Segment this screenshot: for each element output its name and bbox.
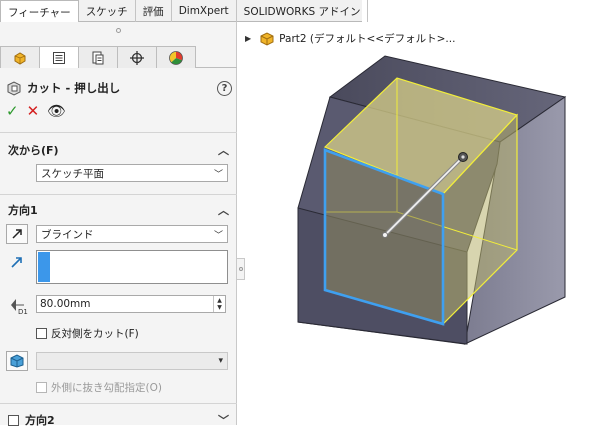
direction1-title: 方向1 — [8, 204, 38, 217]
depth-value: 80.00mm — [40, 298, 91, 310]
splitter-dot-icon — [238, 267, 243, 271]
chevron-down-icon[interactable]: ﹀ — [218, 412, 229, 428]
checkbox-box[interactable] — [36, 328, 47, 339]
direction-reference-list[interactable] — [36, 250, 228, 284]
feature-title-row: カット - 押し出し ? — [6, 79, 232, 97]
dimxpert-manager-tab[interactable] — [117, 46, 157, 68]
draft-icon — [10, 354, 24, 368]
tab-features[interactable]: フィーチャー — [0, 0, 79, 23]
divider — [0, 403, 237, 404]
action-buttons: ✓ ✕ 👁 — [6, 104, 66, 119]
chevron-down-icon: ﹀ — [213, 169, 223, 180]
selection-indicator — [38, 252, 50, 282]
end-condition-value: ブラインド — [41, 228, 94, 241]
depth-dimension-icon: D1 — [11, 299, 28, 315]
from-select-value: スケッチ平面 — [41, 167, 104, 180]
configuration-manager-icon — [92, 51, 104, 64]
command-manager-tabs: フィーチャー スケッチ 評価 DimXpert SOLIDWORKS アドイン — [0, 0, 369, 23]
cut-extrude-icon — [7, 81, 21, 96]
preview-eye-icon[interactable]: 👁 — [47, 104, 66, 119]
dimxpert-manager-icon — [130, 50, 144, 65]
help-icon[interactable]: ? — [217, 80, 232, 96]
ok-button[interactable]: ✓ — [6, 104, 19, 119]
feature-manager-icon — [14, 51, 26, 65]
display-manager-icon — [169, 50, 183, 65]
checkbox-box — [36, 382, 47, 393]
direction2-title: 方向2 — [25, 414, 55, 427]
panel-splitter[interactable] — [237, 258, 245, 280]
direction2-checkbox[interactable] — [8, 414, 19, 426]
direction-arrow-icon — [11, 257, 22, 268]
grip-dot-icon — [116, 27, 121, 33]
property-manager-panel: カット - 押し出し ? ✓ ✕ 👁 次から(F) ︿ スケッチ平面 ﹀ 方向1… — [0, 22, 237, 427]
chevron-down-icon: ﹀ — [213, 230, 223, 241]
3d-model-view[interactable] — [245, 22, 600, 425]
stepper-down-icon[interactable]: ▼ — [217, 304, 222, 311]
chevron-down-icon: ▾ — [218, 356, 223, 366]
from-select[interactable]: スケッチ平面 ﹀ — [36, 164, 228, 182]
feature-title: カット - 押し出し — [27, 81, 121, 95]
tab-evaluate[interactable]: 評価 — [136, 0, 172, 22]
tab-addins[interactable]: SOLIDWORKS アドイン — [237, 0, 369, 22]
panel-grip[interactable] — [0, 22, 237, 38]
depth-stepper[interactable]: ▲ ▼ — [213, 296, 225, 312]
manager-tabs — [0, 46, 237, 68]
direction2-header[interactable]: 方向2 ﹀ — [0, 410, 237, 430]
depth-input[interactable]: 80.00mm ▲ ▼ — [36, 295, 226, 313]
direction1-header[interactable]: 方向1 ︿ — [0, 200, 237, 220]
graphics-viewport[interactable]: ▶ Part2 (デフォルト<<デフォルト>... — [245, 22, 600, 425]
svg-text:D1: D1 — [18, 308, 28, 315]
property-manager-icon — [53, 51, 65, 64]
divider — [0, 132, 237, 133]
configuration-manager-tab[interactable] — [78, 46, 118, 68]
from-section-header[interactable]: 次から(F) ︿ — [0, 140, 237, 160]
divider — [0, 194, 237, 195]
flip-side-to-cut-checkbox[interactable]: 反対側をカット(F) — [36, 326, 139, 341]
draft-outward-label: 外側に抜き勾配指定(O) — [51, 382, 162, 394]
flip-side-label: 反対側をカット(F) — [51, 328, 139, 340]
draft-toggle-button[interactable] — [6, 351, 28, 371]
property-manager-tab[interactable] — [39, 46, 79, 68]
draft-outward-checkbox: 外側に抜き勾配指定(O) — [36, 380, 162, 395]
end-condition-select[interactable]: ブラインド ﹀ — [36, 225, 228, 243]
chevron-up-icon[interactable]: ︿ — [218, 202, 229, 218]
draft-angle-select: ▾ — [36, 352, 228, 370]
tab-sketch[interactable]: スケッチ — [79, 0, 136, 22]
chevron-up-icon[interactable]: ︿ — [218, 142, 229, 158]
cancel-button[interactable]: ✕ — [27, 104, 40, 119]
feature-manager-tab[interactable] — [0, 46, 40, 68]
display-manager-tab[interactable] — [156, 46, 196, 68]
reverse-direction-button[interactable] — [6, 224, 28, 244]
reverse-direction-icon — [12, 229, 22, 239]
from-section-title: 次から(F) — [8, 144, 59, 157]
stepper-up-icon[interactable]: ▲ — [217, 297, 222, 304]
tab-dimxpert[interactable]: DimXpert — [172, 0, 237, 22]
